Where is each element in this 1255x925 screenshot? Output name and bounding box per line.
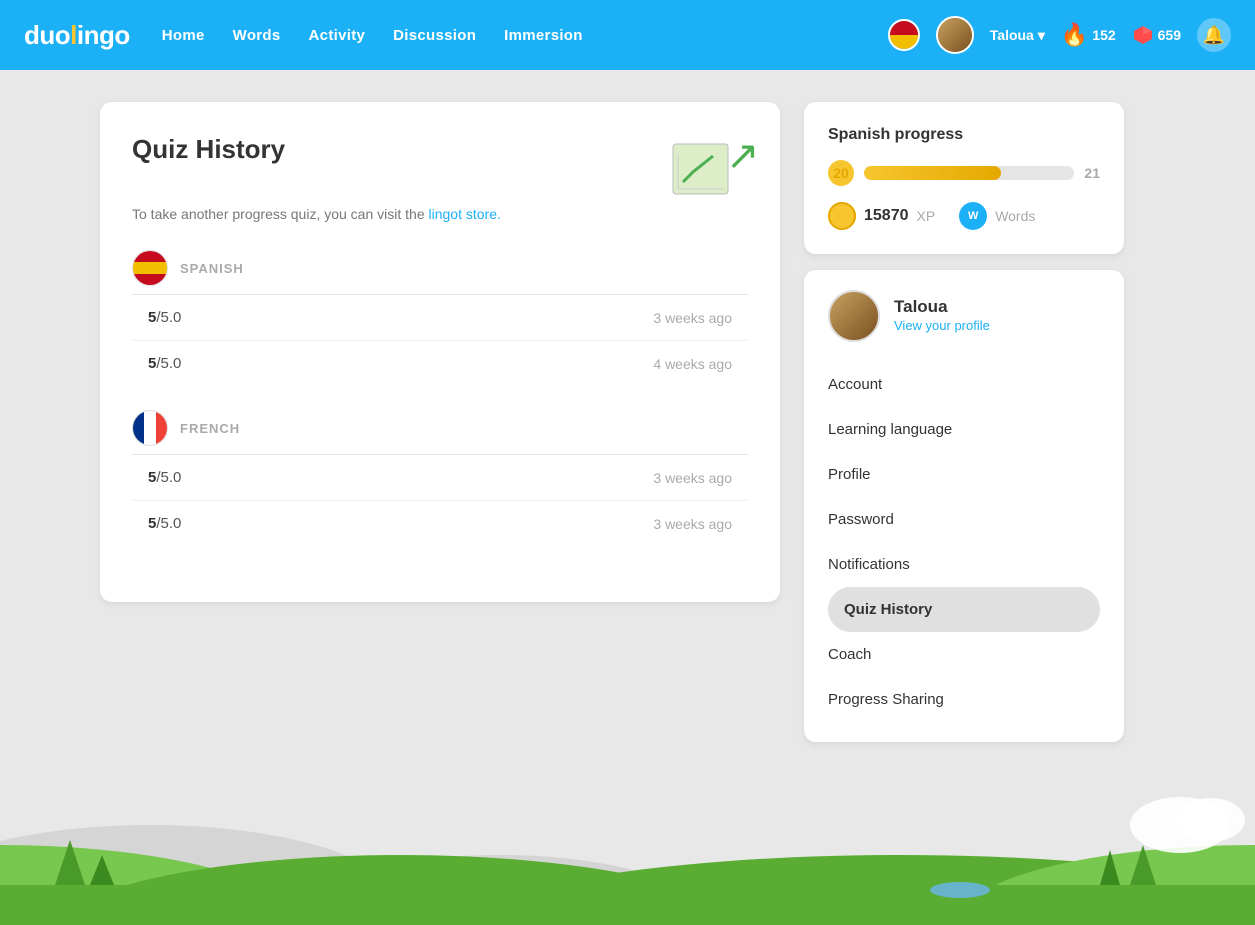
- svg-text:↗: ↗: [726, 134, 758, 178]
- flag-bottom: [890, 35, 918, 49]
- spanish-time-2: 4 weeks ago: [653, 356, 732, 372]
- main-content: Quiz History ↗ To take another progress …: [0, 70, 1255, 774]
- nav-words[interactable]: Words: [233, 27, 281, 44]
- spanish-score-2: 5/5.0: [148, 355, 181, 372]
- gem-badge[interactable]: 659: [1132, 24, 1181, 46]
- nav-immersion[interactable]: Immersion: [504, 27, 583, 44]
- spanish-label: SPANISH: [180, 261, 244, 276]
- logo[interactable]: duolingo: [24, 20, 130, 51]
- landscape-svg: [0, 765, 1255, 925]
- menu-items: Account Learning language Profile Passwo…: [828, 362, 1100, 722]
- right-panel: Spanish progress 20 21 15870 XP: [804, 102, 1124, 742]
- french-time-1: 3 weeks ago: [653, 470, 732, 486]
- french-score-2: 5/5.0: [148, 515, 181, 532]
- xp-stat: 15870 XP: [828, 202, 935, 230]
- spanish-score-1: 5/5.0: [148, 309, 181, 326]
- xp-circle-icon: [828, 202, 856, 230]
- es-flag-bot: [133, 274, 167, 285]
- fr-flag-mid: [144, 411, 156, 445]
- progress-bar-fill: [864, 166, 1001, 180]
- menu-item-account[interactable]: Account: [828, 362, 1100, 407]
- quiz-title: Quiz History: [132, 134, 285, 165]
- xp-value: 15870: [864, 207, 909, 225]
- quiz-icon: ↗: [668, 134, 748, 194]
- french-section: FRENCH 5/5.0 3 weeks ago 5/5.0 3 weeks a…: [132, 410, 748, 546]
- progress-card: Spanish progress 20 21 15870 XP: [804, 102, 1124, 254]
- navbar-right: Taloua ▾ 🔥 152 659 🔔: [888, 16, 1231, 54]
- spanish-time-1: 3 weeks ago: [653, 310, 732, 326]
- words-label: Words: [995, 208, 1035, 224]
- quiz-card: Quiz History ↗ To take another progress …: [100, 102, 780, 602]
- words-icon: W: [959, 202, 987, 230]
- spanish-flag: [888, 19, 920, 51]
- left-panel: Quiz History ↗ To take another progress …: [100, 102, 780, 742]
- menu-item-quiz-history[interactable]: Quiz History: [828, 587, 1100, 632]
- profile-card: Taloua View your profile Account Learnin…: [804, 270, 1124, 742]
- french-header: FRENCH: [132, 410, 748, 455]
- streak-count: 152: [1092, 27, 1115, 43]
- dropdown-arrow-icon: ▾: [1038, 27, 1045, 44]
- avatar[interactable]: [936, 16, 974, 54]
- french-score-1: 5/5.0: [148, 469, 181, 486]
- stats-row: 15870 XP W Words: [828, 202, 1100, 230]
- streak-badge[interactable]: 🔥 152: [1061, 22, 1116, 48]
- lingot-store-link[interactable]: lingot store.: [429, 206, 501, 222]
- profile-avatar: [828, 290, 880, 342]
- words-stat: W Words: [959, 202, 1035, 230]
- profile-name: Taloua: [894, 297, 990, 317]
- nav-activity[interactable]: Activity: [309, 27, 366, 44]
- french-label: FRENCH: [180, 421, 240, 436]
- menu-item-coach[interactable]: Coach: [828, 632, 1100, 677]
- notification-bell[interactable]: 🔔: [1197, 18, 1231, 52]
- profile-header: Taloua View your profile: [828, 290, 1100, 342]
- gem-icon: [1132, 24, 1154, 46]
- progress-title: Spanish progress: [828, 126, 1100, 144]
- quiz-header: Quiz History ↗: [132, 134, 748, 194]
- menu-item-progress-sharing[interactable]: Progress Sharing: [828, 677, 1100, 722]
- quiz-subtitle: To take another progress quiz, you can v…: [132, 206, 748, 222]
- spanish-section: SPANISH 5/5.0 3 weeks ago 5/5.0 4 weeks …: [132, 250, 748, 386]
- french-quiz-row-2: 5/5.0 3 weeks ago: [132, 501, 748, 546]
- flame-icon: 🔥: [1061, 22, 1088, 48]
- user-language-flag[interactable]: [888, 19, 920, 51]
- fr-flag-left: [133, 411, 144, 445]
- bell-icon-symbol: 🔔: [1203, 25, 1225, 46]
- xp-icon: [828, 202, 856, 230]
- menu-item-password[interactable]: Password: [828, 497, 1100, 542]
- french-quiz-row-1: 5/5.0 3 weeks ago: [132, 455, 748, 501]
- landscape: [0, 765, 1255, 925]
- spanish-flag-icon: [132, 250, 168, 286]
- level-current: 20: [828, 160, 854, 186]
- chart-icon: ↗: [668, 134, 758, 204]
- spanish-quiz-row-1: 5/5.0 3 weeks ago: [132, 295, 748, 341]
- navbar: duolingo Home Words Activity Discussion …: [0, 0, 1255, 70]
- menu-item-profile[interactable]: Profile: [828, 452, 1100, 497]
- es-flag-mid: [133, 262, 167, 274]
- menu-item-notifications[interactable]: Notifications: [828, 542, 1100, 587]
- spanish-header: SPANISH: [132, 250, 748, 295]
- navbar-links: Home Words Activity Discussion Immersion: [162, 27, 856, 44]
- username-dropdown[interactable]: Taloua ▾: [990, 27, 1045, 44]
- username-text: Taloua: [990, 27, 1034, 43]
- spanish-quiz-row-2: 5/5.0 4 weeks ago: [132, 341, 748, 386]
- gem-count: 659: [1158, 27, 1181, 43]
- french-time-2: 3 weeks ago: [653, 516, 732, 532]
- level-next: 21: [1084, 165, 1100, 181]
- es-flag-top: [133, 251, 167, 262]
- progress-bar-bg: [864, 166, 1074, 180]
- xp-label: XP: [917, 208, 936, 224]
- progress-bar-container: 20 21: [828, 160, 1100, 186]
- menu-item-learning-language[interactable]: Learning language: [828, 407, 1100, 452]
- avatar-image: [938, 18, 972, 52]
- fr-flag-right: [156, 411, 167, 445]
- flag-top: [890, 21, 918, 35]
- french-flag-icon: [132, 410, 168, 446]
- nav-discussion[interactable]: Discussion: [393, 27, 476, 44]
- profile-info: Taloua View your profile: [894, 297, 990, 335]
- logo-text: duolingo: [24, 20, 130, 51]
- nav-home[interactable]: Home: [162, 27, 205, 44]
- view-profile-link[interactable]: View your profile: [894, 318, 990, 333]
